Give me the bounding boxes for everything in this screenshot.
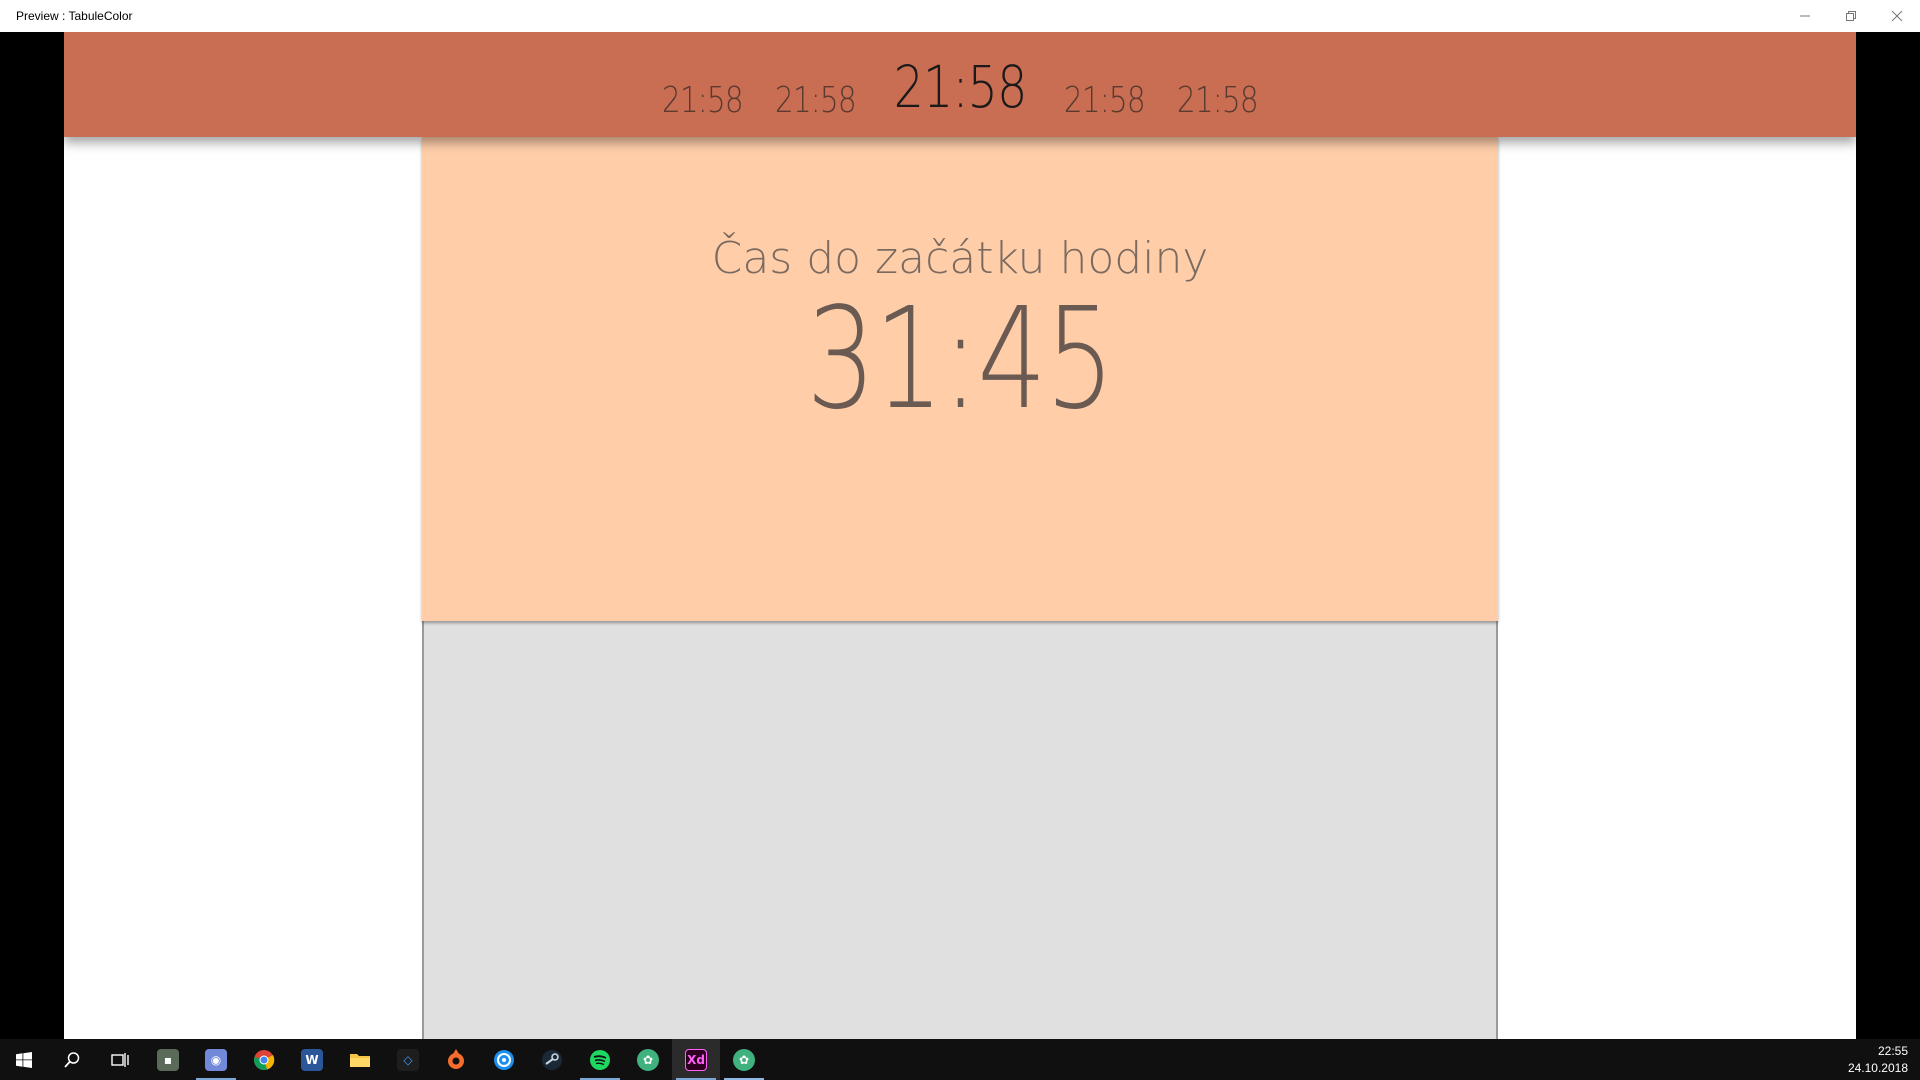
taskbar-app-game[interactable]: ▪ (144, 1039, 192, 1080)
taskbar-app-word[interactable]: W (288, 1039, 336, 1080)
taskbar-app-spotify[interactable] (576, 1039, 624, 1080)
task-view-icon (111, 1052, 129, 1067)
main-column: Čas do začátku hodiny 31:45 (422, 137, 1498, 1039)
restore-button[interactable] (1828, 0, 1874, 32)
start-button[interactable] (0, 1039, 48, 1080)
close-button[interactable] (1874, 0, 1920, 32)
taskbar-app-green[interactable]: ✿ (624, 1039, 672, 1080)
clock-next-2: 21:58 (1176, 80, 1259, 121)
system-clock[interactable]: 22:55 24.10.2018 (1848, 1039, 1908, 1080)
app-green-icon: ✿ (637, 1048, 659, 1071)
taskbar-app-explorer[interactable] (336, 1039, 384, 1080)
clock-next-1: 21:58 (1063, 80, 1146, 121)
adobe-xd-icon: Xd (685, 1048, 707, 1071)
game-icon: ▪ (157, 1048, 179, 1071)
window-controls (1782, 0, 1920, 32)
restore-icon (1846, 11, 1856, 21)
lower-panel (422, 621, 1498, 1039)
clock-strip: 21:58 21:58 21:58 21:58 21:58 (653, 53, 1266, 121)
system-clock-time: 22:55 (1877, 1043, 1908, 1058)
countdown-card: Čas do začátku hodiny 31:45 (422, 137, 1498, 621)
uplay-icon (494, 1049, 514, 1070)
app-green-icon-2: ✿ (733, 1048, 755, 1071)
time-header: 21:58 21:58 21:58 21:58 21:58 (64, 32, 1856, 137)
taskbar: ▪ ◉ W ◇ ✿ Xd ✿ 22:55 24.10.2018 (0, 1039, 1920, 1080)
minimize-icon (1800, 15, 1810, 17)
countdown-value: 31:45 (806, 278, 1115, 441)
chrome-icon (254, 1049, 275, 1070)
task-view-button[interactable] (96, 1039, 144, 1080)
taskbar-app-green-2[interactable]: ✿ (720, 1039, 768, 1080)
taskbar-app-origin[interactable] (432, 1039, 480, 1080)
origin-icon (448, 1048, 464, 1069)
taskbar-app-steam[interactable] (528, 1039, 576, 1080)
taskbar-app-adobe-xd[interactable]: Xd (672, 1039, 720, 1080)
file-explorer-icon (350, 1053, 370, 1067)
window-titlebar: Preview : TabuleColor (0, 0, 1920, 32)
start-icon (16, 1051, 32, 1068)
word-icon: W (301, 1048, 323, 1071)
clock-current: 21:58 (893, 53, 1028, 121)
preview-canvas: 21:58 21:58 21:58 21:58 21:58 Čas do zač… (64, 32, 1856, 1039)
window-title: Preview : TabuleColor (16, 9, 133, 23)
minimize-button[interactable] (1782, 0, 1828, 32)
system-clock-date: 24.10.2018 (1847, 1060, 1908, 1075)
countdown-label: Čas do začátku hodiny (711, 233, 1209, 284)
close-icon (1891, 10, 1903, 22)
taskbar-app-uplay[interactable] (480, 1039, 528, 1080)
spotify-icon (590, 1049, 610, 1070)
discord-icon: ◉ (205, 1048, 227, 1071)
search-icon (64, 1051, 80, 1068)
taskbar-app-discord[interactable]: ◉ (192, 1039, 240, 1080)
app-area: 21:58 21:58 21:58 21:58 21:58 Čas do zač… (0, 32, 1920, 1039)
clock-previous-2: 21:58 (662, 80, 744, 121)
taskbar-app-chrome[interactable] (240, 1039, 288, 1080)
steam-icon (542, 1049, 562, 1070)
clock-previous-1: 21:58 (775, 80, 857, 121)
visual-studio-icon: ◇ (397, 1048, 419, 1071)
taskbar-app-visual-studio[interactable]: ◇ (384, 1039, 432, 1080)
search-button[interactable] (48, 1039, 96, 1080)
